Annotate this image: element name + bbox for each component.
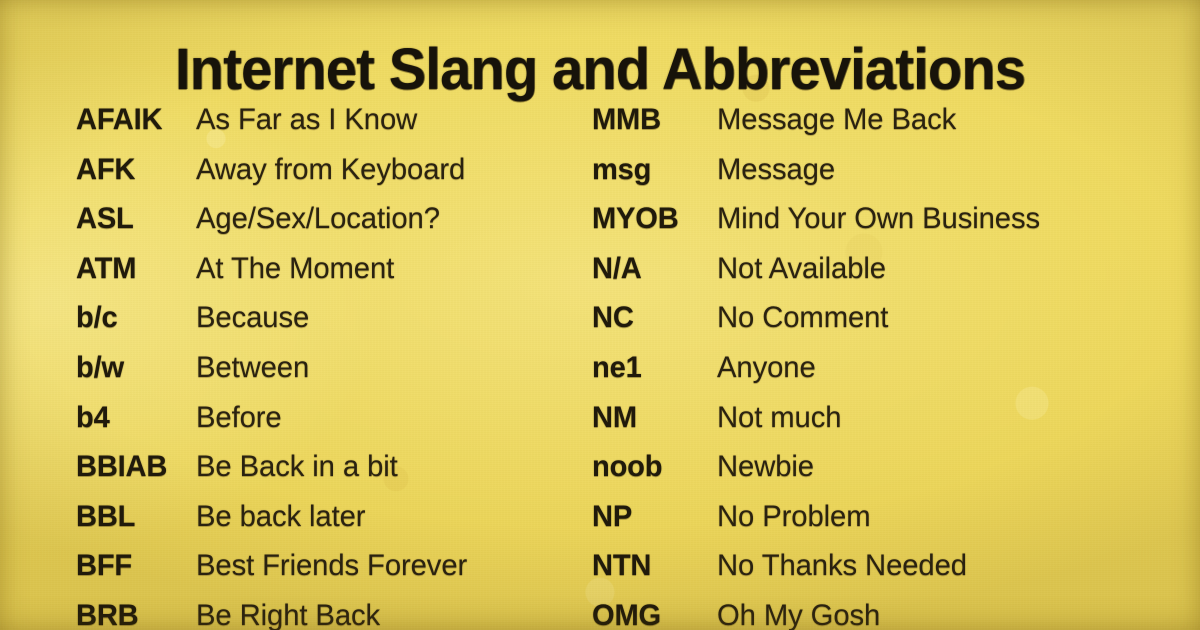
abbreviation-term: BRB bbox=[76, 598, 139, 630]
abbreviation-meaning: Oh My Gosh bbox=[717, 598, 881, 630]
abbreviation-row: NP No Problem bbox=[592, 500, 1200, 550]
abbreviation-row: ne1 Anyone bbox=[592, 351, 1200, 401]
abbreviation-term: MMB bbox=[592, 103, 661, 136]
abbreviation-term: msg bbox=[592, 152, 652, 186]
abbreviation-term: AFK bbox=[76, 152, 136, 186]
abbreviation-term: BBL bbox=[76, 499, 136, 533]
abbreviation-row: ATM At The Moment bbox=[76, 252, 580, 302]
abbreviation-meaning: Because bbox=[196, 301, 310, 335]
left-column: AFAIK As Far as I Know AFK Away from Keyboa… bbox=[0, 103, 580, 630]
abbreviation-meaning: Message bbox=[717, 152, 836, 186]
abbreviation-term: N/A bbox=[592, 251, 642, 285]
abbreviation-row: AFAIK As Far as I Know bbox=[76, 103, 580, 153]
abbreviation-meaning: Message Me Back bbox=[717, 103, 957, 136]
abbreviation-meaning: No Thanks Needed bbox=[717, 549, 967, 583]
abbreviation-meaning: At The Moment bbox=[196, 251, 395, 285]
abbreviation-meaning: Not Available bbox=[717, 251, 886, 285]
abbreviation-term: ne1 bbox=[592, 350, 642, 384]
abbreviation-row: BFF Best Friends Forever bbox=[76, 549, 580, 599]
abbreviation-meaning: Between bbox=[196, 350, 310, 384]
abbreviation-row: b/w Between bbox=[76, 351, 580, 401]
abbreviation-term: NTN bbox=[592, 549, 652, 583]
abbreviation-meaning: Be Back in a bit bbox=[196, 450, 398, 484]
abbreviation-meaning: No Comment bbox=[717, 301, 889, 335]
abbreviation-meaning: Be Right Back bbox=[196, 598, 381, 630]
abbreviation-meaning: Best Friends Forever bbox=[196, 549, 468, 583]
abbreviation-term: NP bbox=[592, 499, 633, 533]
page-title: Internet Slang and Abbreviations bbox=[174, 36, 1026, 102]
abbreviation-term: NC bbox=[592, 301, 634, 335]
abbreviation-row: NC No Comment bbox=[592, 301, 1200, 351]
abbreviation-term: AFAIK bbox=[76, 103, 163, 136]
abbreviation-term: b/w bbox=[76, 350, 124, 384]
abbreviation-term: NM bbox=[592, 400, 637, 434]
abbreviation-row: b/c Because bbox=[76, 301, 580, 351]
abbreviation-row: MMB Message Me Back bbox=[592, 103, 1200, 153]
abbreviation-term: OMG bbox=[592, 598, 661, 630]
abbreviation-row: N/A Not Available bbox=[592, 252, 1200, 302]
abbreviation-term: noob bbox=[592, 450, 663, 484]
abbreviation-term: ASL bbox=[76, 202, 134, 236]
abbreviation-row: ASL Age/Sex/Location? bbox=[76, 202, 580, 252]
abbreviation-meaning: As Far as I Know bbox=[196, 103, 418, 136]
abbreviation-row: BBIAB Be Back in a bit bbox=[76, 450, 580, 500]
abbreviation-row: AFK Away from Keyboard bbox=[76, 153, 580, 203]
abbreviation-meaning: Away from Keyboard bbox=[196, 152, 466, 186]
abbreviation-meaning: Before bbox=[196, 400, 282, 434]
abbreviation-row: noob Newbie bbox=[592, 450, 1200, 500]
abbreviation-row: MYOB Mind Your Own Business bbox=[592, 202, 1200, 252]
abbreviation-row: msg Message bbox=[592, 153, 1200, 203]
slang-poster: Internet Slang and Abbreviations AFAIK As… bbox=[0, 0, 1200, 630]
abbreviation-meaning: Newbie bbox=[717, 450, 814, 484]
abbreviation-meaning: Age/Sex/Location? bbox=[196, 202, 440, 236]
abbreviation-meaning: Be back later bbox=[196, 499, 366, 533]
abbreviation-row: b4 Before bbox=[76, 401, 580, 451]
abbreviation-meaning: Not much bbox=[717, 400, 842, 434]
abbreviation-row: NM Not much bbox=[592, 401, 1200, 451]
abbreviation-row: BBL Be back later bbox=[76, 500, 580, 550]
abbreviation-term: BBIAB bbox=[76, 450, 168, 484]
abbreviation-term: MYOB bbox=[592, 202, 679, 236]
abbreviation-columns: AFAIK As Far as I Know AFK Away from Keyboa… bbox=[0, 103, 1200, 630]
abbreviation-meaning: Mind Your Own Business bbox=[717, 202, 1041, 236]
abbreviation-term: BFF bbox=[76, 549, 132, 583]
abbreviation-term: ATM bbox=[76, 251, 137, 285]
abbreviation-row: NTN No Thanks Needed bbox=[592, 549, 1200, 599]
abbreviation-row: BRB Be Right Back bbox=[76, 599, 580, 630]
abbreviation-meaning: Anyone bbox=[717, 350, 816, 384]
abbreviation-meaning: No Problem bbox=[717, 499, 871, 533]
abbreviation-term: b/c bbox=[76, 301, 118, 335]
right-column: MMB Message Me Back msg Message MYOB Mind You… bbox=[580, 103, 1200, 630]
abbreviation-row: OMG Oh My Gosh bbox=[592, 599, 1200, 630]
abbreviation-term: b4 bbox=[76, 400, 110, 434]
